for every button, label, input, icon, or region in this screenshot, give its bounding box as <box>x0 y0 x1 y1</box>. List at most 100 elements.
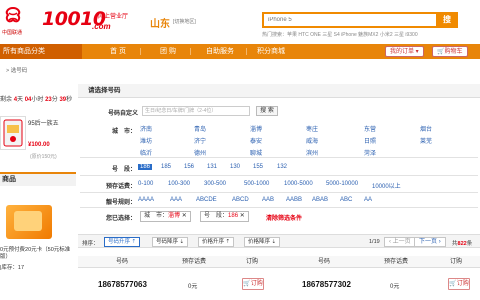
sort-number-desc-button[interactable]: 号码降序 ⇣ <box>152 237 189 247</box>
selected-segment-value: 186 <box>228 213 239 219</box>
hot-search-label: 热门搜索： <box>262 32 288 38</box>
pretty-number-rule-option[interactable]: AAB <box>262 197 274 203</box>
region-switch-link[interactable]: [切换地区] <box>173 18 196 25</box>
city-option[interactable]: 滨州 <box>306 148 318 157</box>
segment-option[interactable]: 185 <box>161 164 171 170</box>
nav-item-self-service[interactable]: 自助服务 <box>206 44 234 59</box>
city-option[interactable]: 济南 <box>140 124 152 133</box>
custom-number-search-button[interactable]: 搜 索 <box>256 106 278 116</box>
custom-number-input[interactable]: 生日/纪念日/车牌/门牌（2-4位） <box>142 106 250 116</box>
next-page-label: 下一页 <box>419 239 438 245</box>
pretty-number-rule-option[interactable]: ABCDE <box>196 197 217 203</box>
prepaid-fee-option[interactable]: 300-500 <box>204 181 226 187</box>
prepaid-fee: 0元 <box>390 284 400 290</box>
next-page-button[interactable]: 下一页 › <box>414 237 446 247</box>
nav-item-points-mall[interactable]: 积分商城 <box>257 44 285 59</box>
main-nav: 所有商品分类 首 页 团 购 自助服务 积分商城 我的订单 ▾ 🛒购物车 <box>0 44 480 59</box>
pretty-number-rule-option[interactable]: AABB <box>286 197 302 203</box>
city-option[interactable]: 德州 <box>194 148 206 157</box>
segment-option[interactable]: 131 <box>207 164 217 170</box>
city-option[interactable]: 聊城 <box>250 148 262 157</box>
sim-card-price: ¥100.00 <box>28 142 50 148</box>
segment-option[interactable]: 132 <box>277 164 287 170</box>
countdown-prefix: 剩余 <box>0 97 13 103</box>
prepaid-fee: 0元 <box>188 284 198 290</box>
close-icon[interactable]: ✕ <box>240 213 245 219</box>
breadcrumb[interactable]: > 选号码 <box>6 66 27 74</box>
city-option[interactable]: 潍坊 <box>140 136 152 145</box>
city-option[interactable]: 泰安 <box>250 136 262 145</box>
prepaid-fee-label: 预存话费： <box>105 184 136 190</box>
search-button[interactable]: 搜 <box>436 12 458 28</box>
china-unicom-logo-icon[interactable] <box>2 6 24 28</box>
segment-option[interactable]: 156 <box>184 164 194 170</box>
pretty-number-rule-option[interactable]: AA <box>364 197 372 203</box>
sim-card-name[interactable]: 95后一族五 <box>28 118 59 127</box>
phone-number[interactable]: 18678577302 <box>302 280 351 289</box>
city-option[interactable]: 日照 <box>364 136 376 145</box>
city-option[interactable]: 东营 <box>364 124 376 133</box>
promo-card-image[interactable] <box>6 205 52 239</box>
pretty-number-rule-option[interactable]: ABC <box>340 197 352 203</box>
prepaid-fee-option[interactable]: 10000以上 <box>372 181 401 190</box>
selected-segment-chip[interactable]: 号 段：186 ✕ <box>200 211 249 222</box>
city-option[interactable]: 青岛 <box>194 124 206 133</box>
clear-filters-link[interactable]: 清除筛选条件 <box>266 213 302 222</box>
divider <box>80 157 478 158</box>
city-option[interactable]: 淄博 <box>250 124 262 133</box>
cart-icon: 🛒 <box>243 281 251 287</box>
cart-button[interactable]: 🛒购物车 <box>432 46 468 57</box>
segment-option[interactable]: 186 <box>138 164 153 170</box>
my-orders-button[interactable]: 我的订单 ▾ <box>385 46 424 57</box>
order-button[interactable]: 🛒订购 <box>448 278 470 290</box>
city-option[interactable]: 莱芜 <box>420 136 432 145</box>
prepaid-fee-option[interactable]: 0-100 <box>138 181 153 187</box>
city-option[interactable]: 济宁 <box>194 136 206 145</box>
all-categories-menu[interactable]: 所有商品分类 <box>0 44 82 59</box>
nav-item-home[interactable]: 首 页 <box>110 44 126 59</box>
promo-card-name[interactable]: 0元预付费20元卡（50元标准版） <box>0 247 76 261</box>
pretty-number-rule-option[interactable]: AAAA <box>138 197 154 203</box>
divider <box>80 207 478 208</box>
chevron-right-icon: › <box>438 239 441 245</box>
brand-subtitle: 网上营业厅 <box>98 14 129 20</box>
panel-title: 请选择号码 <box>78 84 480 98</box>
order-button-label: 订购 <box>250 281 263 287</box>
search-input[interactable] <box>264 14 438 26</box>
pretty-number-rule-option[interactable]: ABAB <box>312 197 328 203</box>
pretty-number-rule-option[interactable]: AAA <box>170 197 182 203</box>
prepaid-fee-option[interactable]: 500-1000 <box>244 181 269 187</box>
pretty-number-rule-option[interactable]: ABCD <box>232 197 249 203</box>
city-option[interactable]: 菏泽 <box>364 148 376 157</box>
sort-price-asc-button[interactable]: 价格升序 ⇡ <box>198 237 235 247</box>
city-option[interactable]: 临沂 <box>140 148 152 157</box>
prepaid-fee-option[interactable]: 100-300 <box>168 181 190 187</box>
city-option[interactable]: 威海 <box>306 136 318 145</box>
close-icon[interactable]: ✕ <box>182 213 187 219</box>
city-option[interactable]: 烟台 <box>420 124 432 133</box>
order-button[interactable]: 🛒订购 <box>242 278 264 290</box>
column-header-order: 订购 <box>246 259 259 265</box>
prepaid-fee-option[interactable]: 1000-5000 <box>284 181 313 187</box>
phone-number[interactable]: 18678577063 <box>98 280 147 289</box>
segment-option[interactable]: 155 <box>253 164 263 170</box>
sim-card-image[interactable] <box>0 116 26 150</box>
prepaid-fee-option[interactable]: 5000-10000 <box>326 181 358 187</box>
my-orders-label: 我的订单 <box>390 49 415 55</box>
cart-label: 购物车 <box>444 49 463 55</box>
sort-price-desc-button[interactable]: 价格降序 ⇣ <box>244 237 281 247</box>
sort-number-asc-button[interactable]: 号码升序 ⇡ <box>104 237 141 247</box>
promo-card-chip <box>14 211 42 231</box>
nav-item-groupbuy[interactable]: 团 购 <box>160 44 176 59</box>
selected-city-chip[interactable]: 城 市：淄博 ✕ <box>140 211 191 222</box>
sort-label: 排序： <box>82 241 99 247</box>
prev-page-button[interactable]: ‹ 上一页 <box>384 237 416 247</box>
prev-page-label: 上一页 <box>392 239 411 245</box>
cart-icon: 🛒 <box>449 281 457 287</box>
countdown-days-unit: 天 <box>17 97 24 103</box>
segment-option[interactable]: 130 <box>230 164 240 170</box>
nav-divider <box>246 48 247 55</box>
sort-bar: 排序： 号码升序 ⇡ 号码降序 ⇣ 价格升序 ⇡ 价格降序 ⇣ 1/19 ‹ 上… <box>78 234 480 248</box>
city-option[interactable]: 枣庄 <box>306 124 318 133</box>
hot-search-items[interactable]: 苹果 HTC ONE 三星 S4 iPhone 魅族MX2 小米2 三星 i93… <box>287 32 418 38</box>
